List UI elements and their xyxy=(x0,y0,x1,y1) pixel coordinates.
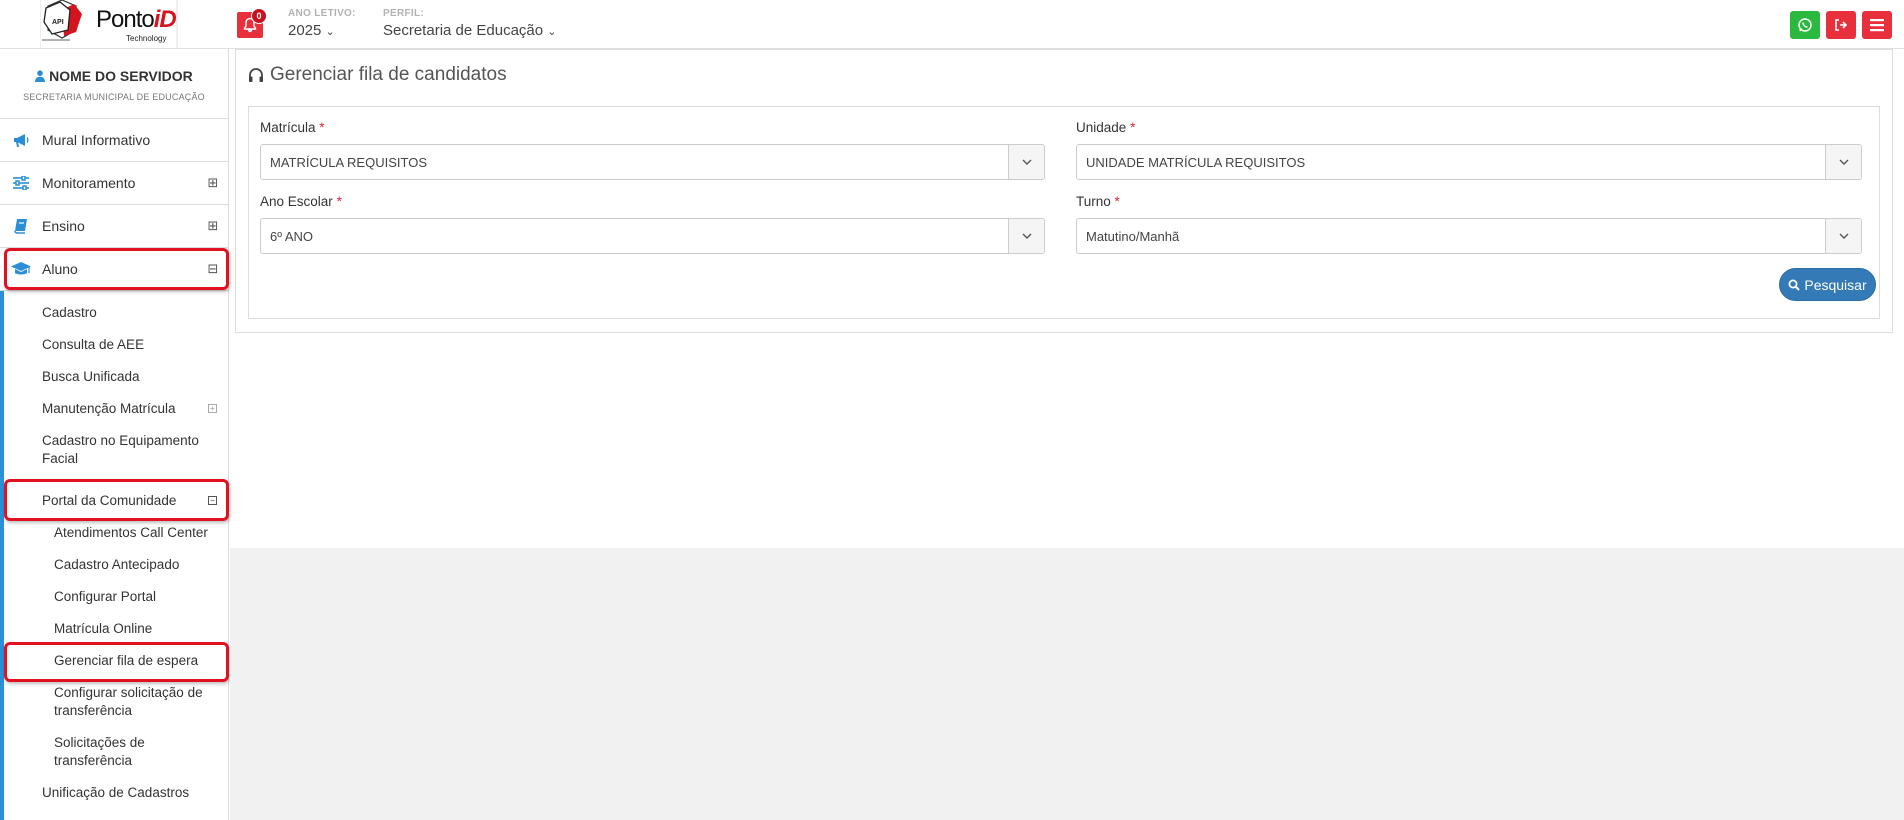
perfil-label: PERFIL: xyxy=(383,8,424,19)
chevron-down-icon: ⌄ xyxy=(547,26,557,38)
user-name: NOME DO SERVIDOR xyxy=(49,68,193,84)
ano-escolar-select-value: 6º ANO xyxy=(270,228,314,244)
sliders-icon xyxy=(0,176,42,190)
submenu-item-portal-comunidade[interactable]: Portal da Comunidade xyxy=(42,492,176,510)
logout-button[interactable] xyxy=(1826,11,1856,39)
collapse-icon[interactable]: − xyxy=(208,496,217,505)
unidade-select-value: UNIDADE MATRÍCULA REQUISITOS xyxy=(1086,154,1306,170)
chevron-down-icon[interactable] xyxy=(1008,219,1044,253)
submenu-item-solicitacoes-transferencia[interactable]: Solicitações de transferência xyxy=(54,734,174,770)
top-header: API PontoiD Technology 0 ANO LETIVO: 202… xyxy=(0,0,1904,49)
main-menu-button[interactable] xyxy=(1862,11,1892,39)
matricula-select-value: MATRÍCULA REQUISITOS xyxy=(270,154,427,170)
sidebar-item-monitoramento[interactable]: Monitoramento ⊞ xyxy=(0,162,228,205)
book-icon xyxy=(0,218,42,234)
search-button[interactable]: Pesquisar xyxy=(1779,268,1876,301)
notification-count-badge: 0 xyxy=(251,8,267,24)
sidebar-item-ensino[interactable]: Ensino ⊞ xyxy=(0,205,228,248)
sidebar-item-label: Mural Informativo xyxy=(42,132,151,148)
ano-letivo-value: 2025 xyxy=(288,22,322,39)
sidebar-item-label: Ensino xyxy=(42,218,85,234)
content-background xyxy=(230,548,1904,820)
chevron-down-icon[interactable] xyxy=(1825,145,1861,179)
submenu-item-cadastro-equipamento-facial[interactable]: Cadastro no Equipamento Facial xyxy=(42,432,212,468)
chevron-down-icon[interactable] xyxy=(1825,219,1861,253)
matricula-label: Matrícula * xyxy=(260,120,325,135)
whatsapp-icon xyxy=(1798,18,1812,32)
submenu-item-matricula-online[interactable]: Matrícula Online xyxy=(54,620,152,638)
turno-label: Turno * xyxy=(1076,194,1120,209)
logo-subtext: Technology xyxy=(126,34,167,43)
user-profile: NOME DO SERVIDOR SECRETARIA MUNICIPAL DE… xyxy=(0,49,228,119)
sign-out-icon xyxy=(1835,19,1848,31)
matricula-select[interactable]: MATRÍCULA REQUISITOS xyxy=(260,144,1045,180)
chevron-down-icon[interactable] xyxy=(1008,145,1044,179)
perfil-value: Secretaria de Educação xyxy=(383,22,544,39)
chevron-down-icon: ⌄ xyxy=(325,26,335,38)
submenu-item-busca-unificada[interactable]: Busca Unificada xyxy=(42,368,140,386)
submenu-item-cadastro[interactable]: Cadastro xyxy=(42,304,97,322)
sidebar-item-label: Aluno xyxy=(42,261,78,277)
perfil-selector[interactable]: PERFIL: Secretaria de Educação ⌄ xyxy=(383,8,557,39)
expand-icon[interactable]: ⊞ xyxy=(208,176,219,189)
ano-letivo-label: ANO LETIVO: xyxy=(288,8,356,19)
submenu-item-configurar-solicitacao-transferencia[interactable]: Configurar solicitação de transferência xyxy=(54,684,219,720)
headset-icon xyxy=(249,67,263,82)
collapse-icon[interactable]: ⊟ xyxy=(208,262,219,275)
svg-text:API: API xyxy=(52,19,64,26)
main-panel: Gerenciar fila de candidatos Matrícula *… xyxy=(235,49,1893,333)
page-title: Gerenciar fila de candidatos xyxy=(248,64,507,86)
unidade-select[interactable]: UNIDADE MATRÍCULA REQUISITOS xyxy=(1076,144,1862,180)
whatsapp-button[interactable] xyxy=(1790,11,1820,39)
search-icon xyxy=(1788,279,1801,291)
search-form: Matrícula * MATRÍCULA REQUISITOS Unidade… xyxy=(248,106,1880,319)
sidebar-item-mural-informativo[interactable]: Mural Informativo xyxy=(0,119,228,162)
unidade-label: Unidade * xyxy=(1076,120,1136,135)
submenu-item-configurar-portal[interactable]: Configurar Portal xyxy=(54,588,156,606)
submenu-item-atendimentos-call-center[interactable]: Atendimentos Call Center xyxy=(54,524,208,542)
graduation-cap-icon xyxy=(0,262,42,276)
page-title-text: Gerenciar fila de candidatos xyxy=(270,64,507,85)
sidebar-item-aluno[interactable]: Aluno ⊟ xyxy=(0,248,228,291)
user-organization: SECRETARIA MUNICIPAL DE EDUCAÇÃO xyxy=(23,92,205,102)
ano-escolar-select[interactable]: 6º ANO xyxy=(260,218,1045,254)
submenu-item-manutencao-matricula[interactable]: Manutenção Matrícula xyxy=(42,400,176,418)
expand-icon[interactable]: + xyxy=(208,404,217,413)
expand-icon[interactable]: ⊞ xyxy=(208,219,219,232)
hamburger-icon xyxy=(1870,19,1884,32)
submenu-item-unificacao-cadastros[interactable]: Unificação de Cadastros xyxy=(42,784,189,802)
search-button-label: Pesquisar xyxy=(1804,276,1867,293)
megaphone-icon xyxy=(0,132,42,148)
turno-select-value: Matutino/Manhã xyxy=(1086,228,1180,244)
turno-select[interactable]: Matutino/Manhã xyxy=(1076,218,1862,254)
user-icon xyxy=(35,70,46,82)
logo-text: PontoiD xyxy=(96,6,177,33)
submenu-accent-bar xyxy=(0,291,4,820)
sidebar-item-label: Monitoramento xyxy=(42,175,136,191)
submenu-item-consulta-aee[interactable]: Consulta de AEE xyxy=(42,336,144,354)
submenu-item-gerenciar-fila-espera[interactable]: Gerenciar fila de espera xyxy=(54,652,198,670)
pontoid-logo[interactable]: API PontoiD Technology xyxy=(39,0,178,48)
ano-letivo-selector[interactable]: ANO LETIVO: 2025 ⌄ xyxy=(288,8,356,39)
ano-escolar-label: Ano Escolar * xyxy=(260,194,342,209)
submenu-item-cadastro-antecipado[interactable]: Cadastro Antecipado xyxy=(54,556,179,574)
